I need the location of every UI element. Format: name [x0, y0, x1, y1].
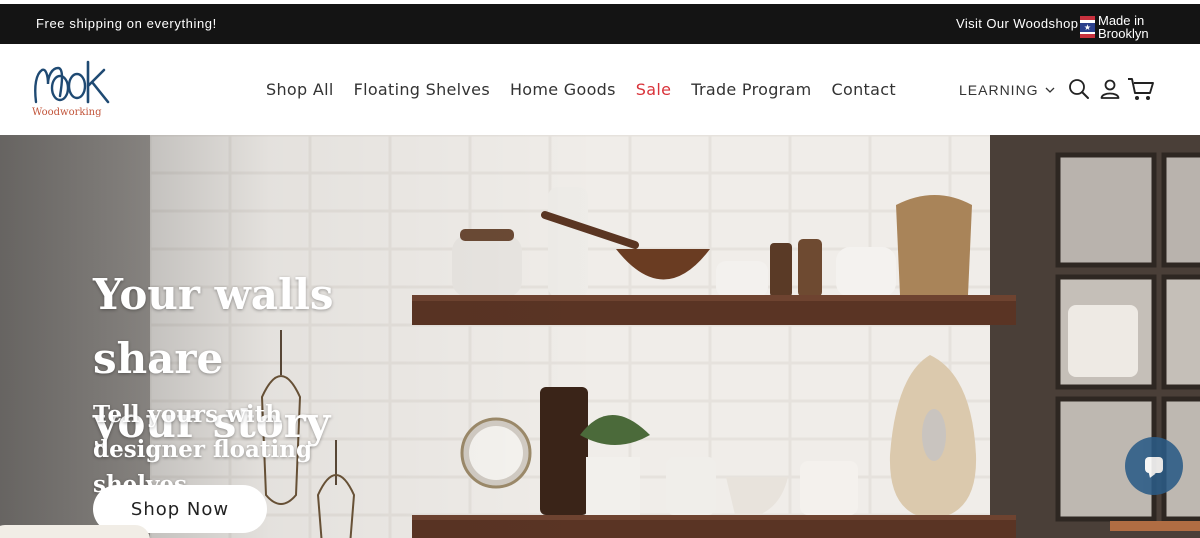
floating-widget-pill[interactable] — [0, 525, 150, 538]
hero-banner: Your walls share your story Tell yours w… — [0, 135, 1200, 538]
us-flag-icon: ★ — [1080, 16, 1095, 38]
nav-home-goods[interactable]: Home Goods — [510, 80, 616, 99]
learning-dropdown[interactable]: LEARNING — [959, 82, 1055, 98]
learning-label: LEARNING — [959, 82, 1039, 98]
chat-widget-button[interactable] — [1125, 437, 1183, 495]
site-header: Woodworking Shop All Floating Shelves Ho… — [0, 44, 1200, 135]
chevron-down-icon — [1045, 85, 1055, 95]
hero-subtitle-line1: Tell yours with — [93, 401, 282, 428]
made-in-brooklyn: Made in Brooklyn — [1098, 14, 1178, 40]
search-icon[interactable] — [1068, 78, 1090, 105]
nook-logo[interactable]: Woodworking — [30, 56, 110, 122]
nav-contact[interactable]: Contact — [832, 80, 896, 99]
announcement-bar: Free shipping on everything! Visit Our W… — [0, 4, 1200, 44]
nav-shop-all[interactable]: Shop All — [266, 80, 334, 99]
nav-sale[interactable]: Sale — [636, 80, 671, 99]
nav-floating-shelves[interactable]: Floating Shelves — [354, 80, 490, 99]
cart-icon[interactable] — [1127, 76, 1155, 107]
hero-title-line1: Your walls share — [93, 270, 334, 383]
main-nav: Shop All Floating Shelves Home Goods Sal… — [266, 80, 896, 99]
visit-woodshop-link[interactable]: Visit Our Woodshop — [956, 16, 1078, 31]
chat-bubble-icon — [1145, 457, 1163, 473]
made-in-line2: Brooklyn — [1098, 26, 1149, 41]
free-shipping-text: Free shipping on everything! — [36, 16, 217, 31]
account-icon[interactable] — [1099, 78, 1121, 105]
nav-trade-program[interactable]: Trade Program — [691, 80, 811, 99]
nook-logo-mark — [34, 60, 110, 104]
logo-tagline: Woodworking — [32, 107, 102, 118]
